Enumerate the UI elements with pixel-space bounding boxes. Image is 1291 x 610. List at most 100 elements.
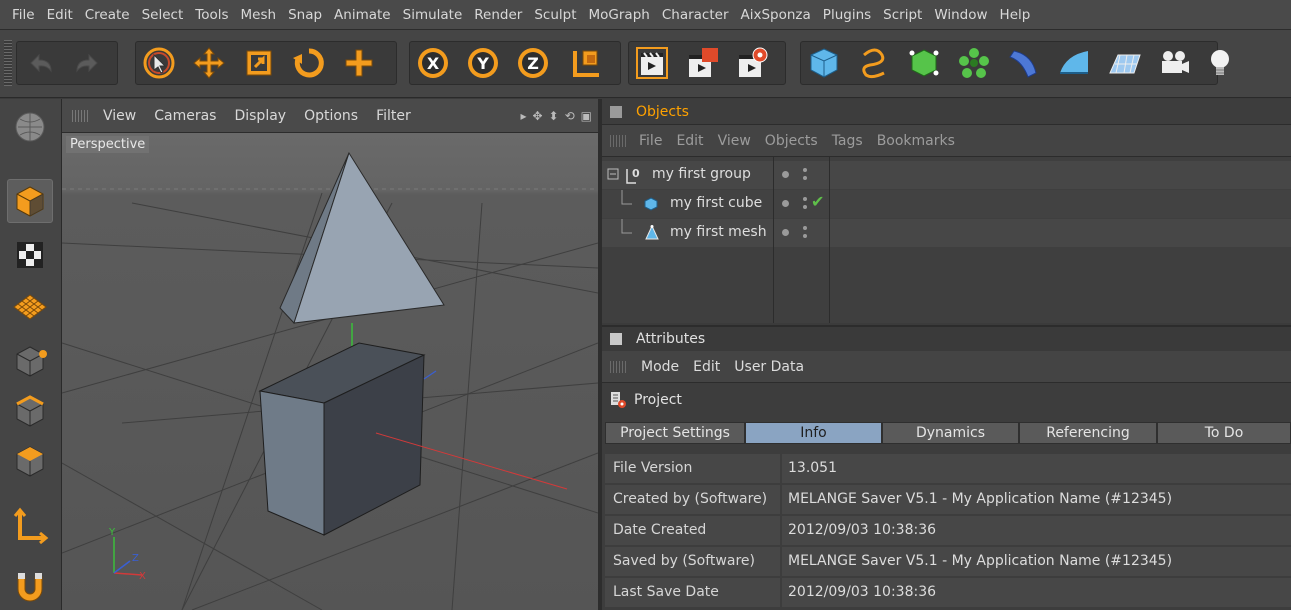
make-editable-icon[interactable] xyxy=(7,105,53,149)
menu-render[interactable]: Render xyxy=(468,7,528,23)
render-picture-viewer-icon[interactable] xyxy=(683,44,721,82)
rotate-icon[interactable] xyxy=(290,44,328,82)
viewport-menu-filter[interactable]: Filter xyxy=(367,108,420,124)
tab-project-settings[interactable]: Project Settings xyxy=(605,422,745,444)
scale-icon[interactable] xyxy=(240,44,278,82)
spline-pen-icon[interactable] xyxy=(855,44,893,82)
field-saved-by: Saved by (Software) MELANGE Saver V5.1 -… xyxy=(605,547,1291,576)
field-last-save-date: Last Save Date 2012/09/03 10:38:36 xyxy=(605,578,1291,607)
viewport-scene: Y Z X xyxy=(62,133,598,610)
tab-to-do[interactable]: To Do xyxy=(1157,422,1291,444)
menu-create[interactable]: Create xyxy=(79,7,136,23)
objects-menu-view[interactable]: View xyxy=(711,133,758,149)
play-arrow-icon[interactable]: ▸ xyxy=(520,109,526,123)
cube-primitive-icon[interactable] xyxy=(805,44,843,82)
render-view-icon[interactable] xyxy=(633,44,671,82)
texture-mode-icon[interactable] xyxy=(7,233,53,277)
menu-script[interactable]: Script xyxy=(877,7,928,23)
add-object-icon[interactable] xyxy=(340,44,378,82)
panel-menu-icon[interactable] xyxy=(610,333,622,345)
viewport-camera-label[interactable]: Perspective xyxy=(66,136,150,153)
field-value[interactable]: 13.051 xyxy=(782,454,1291,483)
attributes-grip[interactable] xyxy=(610,360,626,373)
attributes-menu-mode[interactable]: Mode xyxy=(634,359,686,375)
snap-icon[interactable] xyxy=(7,565,53,609)
menu-edit[interactable]: Edit xyxy=(41,7,79,23)
enable-axis-icon[interactable] xyxy=(7,504,53,548)
panel-menu-icon[interactable] xyxy=(610,105,622,118)
field-value[interactable]: 2012/09/03 10:38:36 xyxy=(782,516,1291,545)
menu-simulate[interactable]: Simulate xyxy=(397,7,469,23)
object-flags-column xyxy=(774,157,830,323)
objects-menu-file[interactable]: File xyxy=(632,133,669,149)
model-mode-icon[interactable] xyxy=(7,179,53,223)
viewport-menu-view[interactable]: View xyxy=(94,108,145,124)
field-label: Saved by (Software) xyxy=(605,547,780,576)
orbit-icon[interactable]: ⟲ xyxy=(565,109,575,123)
menu-sculpt[interactable]: Sculpt xyxy=(528,7,582,23)
menu-file[interactable]: File xyxy=(6,7,41,23)
pan-icon[interactable]: ✥ xyxy=(532,109,542,123)
menu-window[interactable]: Window xyxy=(928,7,993,23)
perspective-viewport[interactable]: Y Z X Perspective xyxy=(62,133,598,610)
x-axis-lock-icon[interactable]: X xyxy=(414,44,452,82)
deformer-icon[interactable] xyxy=(1005,44,1043,82)
project-icon xyxy=(611,392,626,408)
render-settings-icon[interactable] xyxy=(733,44,771,82)
objects-menu-edit[interactable]: Edit xyxy=(669,133,710,149)
undo-icon[interactable] xyxy=(22,44,60,82)
menu-mograph[interactable]: MoGraph xyxy=(583,7,656,23)
polygons-mode-icon[interactable] xyxy=(7,439,53,483)
toolbar-grip[interactable] xyxy=(4,40,12,86)
array-icon[interactable] xyxy=(955,44,993,82)
objects-grip[interactable] xyxy=(610,134,626,147)
viewport-menubar: View Cameras Display Options Filter ▸ ✥ … xyxy=(62,99,598,133)
workplane-icon[interactable] xyxy=(7,285,53,329)
field-value[interactable]: MELANGE Saver V5.1 - My Application Name… xyxy=(782,485,1291,514)
viewport-menu-options[interactable]: Options xyxy=(295,108,367,124)
attributes-body: Project Project Settings Info Dynamics R… xyxy=(602,383,1291,610)
tab-info[interactable]: Info xyxy=(745,422,882,444)
objects-menu-objects[interactable]: Objects xyxy=(758,133,825,149)
menu-help[interactable]: Help xyxy=(994,7,1037,23)
objects-menubar: File Edit View Objects Tags Bookmarks xyxy=(602,125,1291,157)
menu-snap[interactable]: Snap xyxy=(282,7,328,23)
menu-mesh[interactable]: Mesh xyxy=(235,7,283,23)
objects-menu-bookmarks[interactable]: Bookmarks xyxy=(870,133,962,149)
light-icon[interactable] xyxy=(1201,44,1239,82)
live-selection-icon[interactable] xyxy=(140,44,178,82)
objects-panel-title: Objects xyxy=(636,103,689,120)
nurbs-icon[interactable] xyxy=(905,44,943,82)
move-icon[interactable] xyxy=(190,44,228,82)
menu-animate[interactable]: Animate xyxy=(328,7,397,23)
viewport-menu-cameras[interactable]: Cameras xyxy=(145,108,225,124)
z-axis-lock-icon[interactable]: Z xyxy=(514,44,552,82)
menu-plugins[interactable]: Plugins xyxy=(817,7,877,23)
maximize-view-icon[interactable]: ▣ xyxy=(581,109,592,123)
points-mode-icon[interactable] xyxy=(7,339,53,383)
attributes-panel-header: Attributes xyxy=(602,325,1291,351)
menu-aixsponza[interactable]: AixSponza xyxy=(735,7,817,23)
environment-icon[interactable] xyxy=(1055,44,1093,82)
field-value[interactable]: 2012/09/03 10:38:36 xyxy=(782,578,1291,607)
menu-select[interactable]: Select xyxy=(136,7,190,23)
tab-dynamics[interactable]: Dynamics xyxy=(882,422,1019,444)
attributes-menu-edit[interactable]: Edit xyxy=(686,359,727,375)
tab-referencing[interactable]: Referencing xyxy=(1019,422,1157,444)
svg-text:Z: Z xyxy=(527,54,539,73)
floor-icon[interactable] xyxy=(1105,44,1143,82)
camera-icon[interactable] xyxy=(1155,44,1193,82)
field-value[interactable]: MELANGE Saver V5.1 - My Application Name… xyxy=(782,547,1291,576)
menu-tools[interactable]: Tools xyxy=(189,7,234,23)
viewport-grip[interactable] xyxy=(72,109,88,122)
redo-icon[interactable] xyxy=(68,44,106,82)
y-axis-lock-icon[interactable]: Y xyxy=(464,44,502,82)
coordinate-system-icon[interactable] xyxy=(566,44,604,82)
menu-character[interactable]: Character xyxy=(656,7,735,23)
dolly-icon[interactable]: ⬍ xyxy=(549,109,559,123)
attributes-menu-user-data[interactable]: User Data xyxy=(727,359,811,375)
viewport-menu-display[interactable]: Display xyxy=(225,108,295,124)
object-tree: 0 my first group my first cube ✔ my firs… xyxy=(602,157,1291,323)
objects-menu-tags[interactable]: Tags xyxy=(825,133,870,149)
edges-mode-icon[interactable] xyxy=(7,389,53,433)
